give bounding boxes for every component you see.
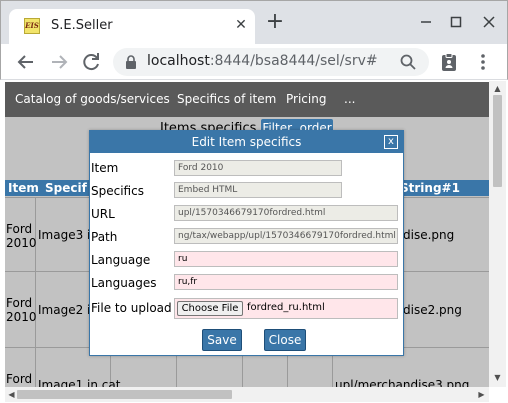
nav-pricing[interactable]: Pricing bbox=[286, 92, 326, 106]
dialog-close-icon[interactable]: x bbox=[384, 135, 398, 149]
clipboard-icon[interactable] bbox=[439, 52, 459, 72]
nav-catalog[interactable]: Catalog of goods/services bbox=[15, 92, 170, 106]
back-arrow-icon[interactable] bbox=[14, 50, 38, 74]
path-label: Path bbox=[91, 230, 118, 244]
row-string-text: dise.png bbox=[403, 228, 455, 242]
reload-icon[interactable] bbox=[79, 50, 103, 74]
search-icon[interactable] bbox=[399, 53, 417, 71]
address-bar[interactable]: localhost:8444/bsa8444/sel/srv# bbox=[113, 48, 429, 76]
lock-icon[interactable] bbox=[123, 54, 139, 70]
vertical-scrollbar[interactable]: ▲ ▼ bbox=[489, 81, 506, 387]
row-item-text: Ford 2010 bbox=[6, 296, 37, 324]
row-item-text: Ford 2010 bbox=[6, 222, 37, 250]
item-field[interactable]: Ford 2010 bbox=[174, 160, 342, 176]
vertical-scroll-thumb[interactable] bbox=[493, 95, 502, 187]
nav-more[interactable]: ... bbox=[344, 92, 355, 106]
specifics-label: Specifics bbox=[91, 184, 144, 198]
url-text: localhost:8444/bsa8444/sel/srv# bbox=[147, 53, 378, 69]
file-upload-input[interactable]: Choose File fordred_ru.html bbox=[174, 298, 398, 319]
browser-toolbar: localhost:8444/bsa8444/sel/srv# bbox=[0, 44, 508, 80]
horizontal-scroll-thumb[interactable] bbox=[17, 390, 232, 399]
window-close-icon[interactable] bbox=[478, 11, 500, 33]
file-upload-label: File to upload bbox=[91, 301, 172, 315]
path-field[interactable]: ng/tax/webapp/upl/1570346679170fordred.h… bbox=[174, 228, 398, 244]
scroll-down-icon[interactable]: ▼ bbox=[493, 373, 502, 382]
edit-specifics-dialog: Edit Item specifics x Item Ford 2010 Spe… bbox=[89, 130, 404, 356]
minimize-icon[interactable] bbox=[415, 11, 437, 33]
column-header-string: String#1 bbox=[400, 181, 460, 195]
language-field[interactable]: ru bbox=[174, 251, 398, 267]
row-string-text: dise2.png bbox=[403, 303, 462, 317]
tab-close-icon[interactable]: ✕ bbox=[233, 17, 249, 33]
languages-field[interactable]: ru,fr bbox=[174, 274, 398, 290]
menu-dots-icon[interactable] bbox=[473, 52, 493, 72]
column-header-specifics: Specif bbox=[45, 181, 87, 195]
close-button[interactable]: Close bbox=[264, 329, 306, 351]
chosen-file-name: fordred_ru.html bbox=[247, 302, 325, 313]
horizontal-scrollbar[interactable]: ◀ ▶ bbox=[5, 387, 489, 402]
scroll-up-icon[interactable]: ▲ bbox=[493, 84, 502, 93]
row-item-text: Ford bbox=[6, 372, 33, 386]
scroll-right-icon[interactable]: ▶ bbox=[477, 390, 486, 399]
url-label: URL bbox=[91, 207, 115, 221]
url-field[interactable]: upl/1570346679170fordred.html bbox=[174, 205, 398, 221]
language-label: Language bbox=[91, 253, 151, 267]
column-header-item: Item bbox=[8, 181, 39, 195]
specifics-field[interactable]: Embed HTML bbox=[174, 182, 342, 198]
languages-label: Languages bbox=[91, 276, 157, 290]
choose-file-button[interactable]: Choose File bbox=[177, 301, 243, 316]
app-nav-bar: Catalog of goods/services Specifics of i… bbox=[5, 82, 489, 117]
save-button[interactable]: Save bbox=[202, 329, 242, 351]
tab-title: S.E.Seller bbox=[51, 18, 113, 33]
dialog-title: Edit Item specifics bbox=[90, 131, 403, 153]
maximize-icon[interactable] bbox=[445, 11, 467, 33]
url-path: :8444/bsa8444/sel/srv# bbox=[209, 53, 378, 69]
nav-specifics[interactable]: Specifics of item bbox=[177, 92, 276, 106]
scroll-left-icon[interactable]: ◀ bbox=[7, 390, 16, 399]
browser-tabstrip: EIS S.E.Seller ✕ + bbox=[0, 0, 508, 45]
forward-arrow-icon[interactable] bbox=[47, 50, 71, 74]
item-label: Item bbox=[91, 161, 119, 175]
new-tab-icon[interactable]: + bbox=[263, 11, 287, 35]
url-host: localhost bbox=[147, 53, 210, 69]
browser-tab[interactable]: EIS S.E.Seller ✕ bbox=[9, 9, 255, 45]
favicon-icon: EIS bbox=[24, 18, 40, 34]
